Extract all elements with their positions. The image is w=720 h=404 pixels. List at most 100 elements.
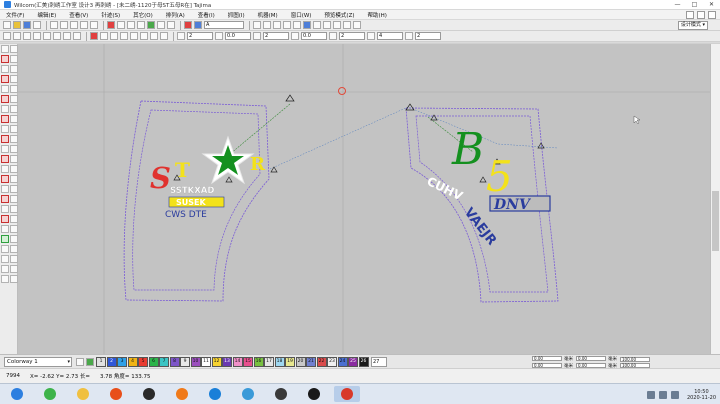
outline-tool-icon[interactable] [9, 115, 18, 123]
menu-edit[interactable]: 编辑(E) [37, 11, 56, 19]
copy-icon[interactable] [60, 21, 68, 29]
color-film-tool-icon[interactable] [0, 235, 9, 243]
spacing-left-icon[interactable] [215, 32, 223, 40]
undo-icon[interactable] [80, 21, 88, 29]
stump-tool-icon[interactable] [9, 275, 18, 283]
grid-tool-icon[interactable] [0, 205, 9, 213]
color-swatch[interactable]: 8 [169, 356, 180, 367]
mdi-restore-button[interactable] [697, 11, 705, 19]
taskbar-search-app-icon[interactable] [169, 386, 195, 402]
frame-tool-icon[interactable] [9, 255, 18, 263]
density-icon[interactable] [177, 32, 185, 40]
color-swatch[interactable]: 20 [295, 356, 306, 367]
run-icon[interactable] [110, 32, 118, 40]
oval-tool-icon[interactable] [0, 255, 9, 263]
menu-help[interactable]: 帮助(H) [367, 11, 386, 19]
spacing-icon[interactable] [293, 21, 301, 29]
color-swatch[interactable]: 18 [274, 356, 285, 367]
color-swatch[interactable]: 17 [264, 356, 274, 367]
sequin-tool-icon[interactable] [9, 265, 18, 273]
color-swatch[interactable]: 26 [358, 356, 369, 367]
color-swatch[interactable]: 22 [316, 356, 327, 367]
font-select[interactable]: A [204, 21, 244, 29]
border-tool-icon[interactable] [0, 265, 9, 273]
reshape-icon[interactable] [13, 32, 21, 40]
angle-field[interactable]: 2 [263, 32, 289, 40]
color-swatch[interactable]: 21 [306, 356, 316, 367]
motif-tool-icon[interactable] [0, 175, 9, 183]
taskbar-media-player-icon[interactable] [103, 386, 129, 402]
circle-tool-icon[interactable] [0, 155, 9, 163]
rectangle-tool-icon[interactable] [9, 135, 18, 143]
tatami-icon[interactable] [120, 32, 128, 40]
menu-machine[interactable]: 机器(M) [258, 11, 278, 19]
angle-icon[interactable] [253, 32, 261, 40]
color-swatch[interactable]: 24 [337, 356, 348, 367]
color-swatch[interactable]: 16 [253, 356, 264, 367]
lettering-icon[interactable] [303, 21, 311, 29]
arc-tool-icon[interactable] [9, 65, 18, 73]
offset-icon[interactable] [291, 32, 299, 40]
color-swatch[interactable]: 19 [285, 356, 295, 367]
polyline-tool-icon[interactable] [9, 55, 18, 63]
color-swatch[interactable]: 3 [117, 356, 127, 367]
cut-icon[interactable] [50, 21, 58, 29]
stitch-edit-tool-icon[interactable] [0, 185, 9, 193]
baseline-icon[interactable] [283, 21, 291, 29]
ring-tool-icon[interactable] [9, 145, 18, 153]
bold-icon[interactable] [253, 21, 261, 29]
palette-settings-icon[interactable] [76, 357, 84, 366]
knife-tool-icon[interactable] [0, 55, 9, 63]
show-outlines-icon[interactable] [167, 21, 175, 29]
mirror-tool-icon[interactable] [9, 225, 18, 233]
vertical-scrollbar[interactable] [710, 44, 720, 354]
ungroup-icon[interactable] [43, 32, 51, 40]
color-swatch[interactable]: 10 [190, 356, 201, 367]
scale-y-field[interactable]: 100.00 [620, 362, 650, 368]
length-field[interactable]: 2 [339, 32, 365, 40]
repeat-field[interactable]: 2 [415, 32, 441, 40]
stagger-icon[interactable] [367, 32, 375, 40]
color-swatch[interactable]: 14 [232, 356, 243, 367]
width-field[interactable]: 2 [187, 32, 213, 40]
select-tool-icon[interactable] [0, 45, 9, 53]
star-tool-icon[interactable] [0, 145, 9, 153]
spacing-field[interactable]: 0.0 [225, 32, 251, 40]
system-clock[interactable]: 10:50 2020-11-20 [687, 389, 716, 401]
taskbar-qq-icon[interactable] [136, 386, 162, 402]
taskbar-embroidery-app-icon[interactable] [334, 386, 360, 402]
taskbar-edge-browser-icon[interactable] [202, 386, 228, 402]
color-swatch[interactable]: 25 [348, 356, 358, 367]
monogram-tool-icon[interactable] [9, 165, 18, 173]
taskbar-browser-green-icon[interactable] [37, 386, 63, 402]
color-swatch[interactable]: 1 [96, 356, 106, 367]
align-icon[interactable] [273, 21, 281, 29]
lettering-tool-icon[interactable] [0, 165, 9, 173]
menu-stitch[interactable]: 针迹(S) [101, 11, 120, 19]
branch-icon[interactable] [23, 32, 31, 40]
monogram-icon[interactable] [313, 21, 321, 29]
trueview-tool-icon[interactable] [9, 245, 18, 253]
network-icon[interactable] [646, 390, 655, 399]
slow-redraw-tool-icon[interactable] [9, 235, 18, 243]
design-mode-select[interactable]: 设计模式 ▾ [677, 21, 708, 30]
color-swatch[interactable]: 11 [201, 356, 211, 367]
hoop-tool-icon[interactable] [0, 215, 9, 223]
select-object-icon[interactable] [3, 32, 11, 40]
column-b-tool-icon[interactable] [0, 85, 9, 93]
menu-view[interactable]: 查看(V) [69, 11, 88, 19]
rotate-icon[interactable] [73, 32, 81, 40]
minimize-button[interactable]: — [669, 0, 686, 10]
color-swatch[interactable]: 6 [148, 356, 159, 367]
complex-fill-tool-icon[interactable] [0, 95, 9, 103]
italic-icon[interactable] [263, 21, 271, 29]
satin-icon[interactable] [100, 32, 108, 40]
layer-tool-icon[interactable] [9, 215, 18, 223]
width-position-field[interactable]: 0.00 [576, 356, 606, 361]
show-stitches-icon[interactable] [157, 21, 165, 29]
offset-tool-icon[interactable] [0, 125, 9, 133]
chenille-tool-icon[interactable] [0, 275, 9, 283]
maximize-button[interactable]: □ [686, 0, 703, 10]
mdi-close-button[interactable] [708, 11, 716, 19]
design-canvas[interactable]: S T R SSTKXAD SUSEK CWS DTE B 5 DNV CUHV… [18, 44, 710, 354]
